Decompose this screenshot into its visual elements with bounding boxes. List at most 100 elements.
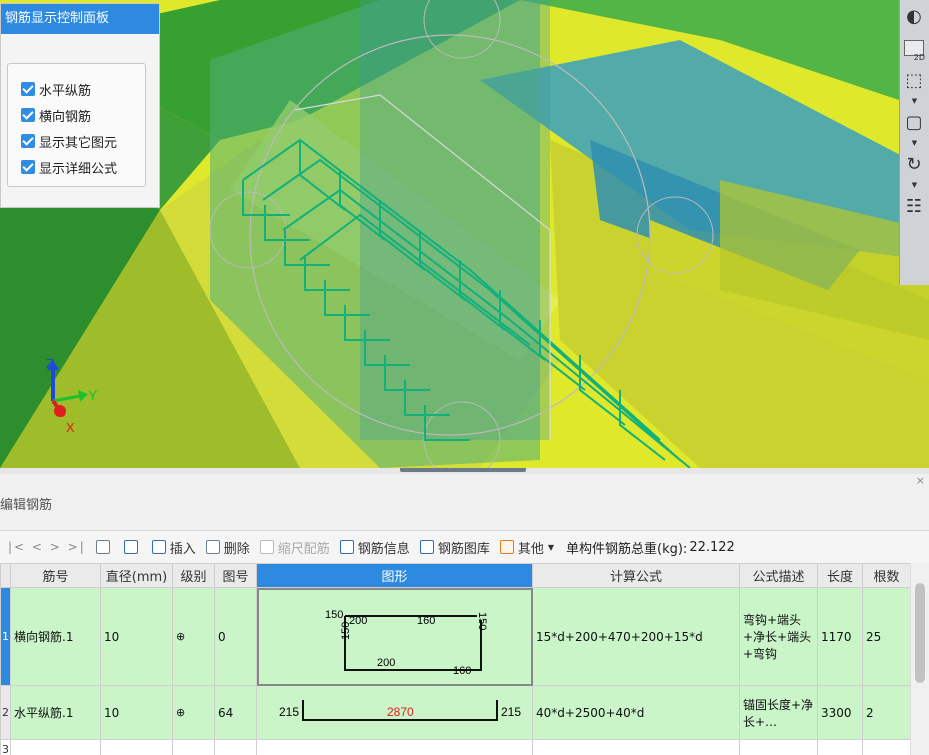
cell-description[interactable]: 弯钩+端头+净长+端头+弯钩 <box>739 587 818 686</box>
col-header-count[interactable]: 根数 <box>862 563 910 588</box>
cell-count[interactable]: 25 <box>862 587 910 686</box>
scale-rebar-button[interactable]: 缩尺配筋 <box>259 538 330 557</box>
row-number[interactable]: 2 <box>0 685 11 740</box>
cube-view-icon[interactable]: ⬚ <box>900 64 928 96</box>
col-header-description[interactable]: 公式描述 <box>739 563 818 588</box>
axis-z-label: Z <box>46 356 54 371</box>
cell-grade[interactable]: ⊕ <box>172 685 215 740</box>
orbit-icon[interactable]: ◐ <box>900 0 928 32</box>
move-down-button[interactable] <box>123 540 142 554</box>
checkbox-checked-icon[interactable] <box>21 160 35 174</box>
option-show-other-elements[interactable]: 显示其它图元 <box>8 128 145 154</box>
dim-label: 150 <box>340 622 352 640</box>
rebar-shape-drawing: 215 2870 215 <box>279 700 521 721</box>
close-icon[interactable]: × <box>916 474 925 487</box>
dim-label: 200 <box>377 657 395 669</box>
2d-view-icon[interactable]: 2D <box>900 32 928 64</box>
col-header-fig-no[interactable]: 图号 <box>214 563 257 588</box>
cell-length[interactable]: 3300 <box>817 685 863 740</box>
2d-label: 2D <box>913 53 925 62</box>
col-header-length[interactable]: 长度 <box>817 563 863 588</box>
checkbox-checked-icon[interactable] <box>21 108 35 122</box>
cell-diameter[interactable]: 10 <box>100 587 173 686</box>
scrollbar-thumb[interactable] <box>915 583 925 683</box>
cell-count[interactable]: 2 <box>862 685 910 740</box>
grid-list-icon[interactable]: ☷ <box>900 190 928 222</box>
cell-grade[interactable]: ⊕ <box>172 587 215 686</box>
rebar-library-icon <box>419 540 434 554</box>
rebar-table: 筋号 直径(mm) 级别 图号 图形 计算公式 公式描述 长度 根数 1 横向钢… <box>0 563 910 755</box>
edit-rebar-panel-header: 编辑钢筋 × <box>0 474 929 528</box>
cell-empty[interactable] <box>10 739 101 755</box>
cell-bar-no[interactable]: 水平纵筋.1 <box>10 685 101 740</box>
rebar-library-button[interactable]: 钢筋图库 <box>419 538 490 557</box>
other-icon <box>499 540 514 554</box>
move-down-icon <box>123 540 138 554</box>
chevron-down-icon[interactable]: ▼ <box>900 96 929 106</box>
cell-empty[interactable] <box>100 739 173 755</box>
delete-button[interactable]: 删除 <box>205 538 250 557</box>
rebar-info-button[interactable]: 钢筋信息 <box>339 538 410 557</box>
cell-description[interactable]: 锚固长度+净长+… <box>739 685 818 740</box>
rebar-info-label: 钢筋信息 <box>357 541 410 557</box>
table-row[interactable]: 1 横向钢筋.1 10 ⊕ 0 150 200 160 150 150 200 … <box>0 587 910 686</box>
col-header-rownum <box>0 563 11 588</box>
cell-fig-no[interactable]: 0 <box>214 587 257 686</box>
axis-x-label: X <box>66 420 75 435</box>
cell-formula[interactable]: 40*d+2500+40*d <box>532 685 740 740</box>
cell-bar-no[interactable]: 横向钢筋.1 <box>10 587 101 686</box>
checkbox-checked-icon[interactable] <box>21 134 35 148</box>
dim-label: 215 <box>279 705 299 719</box>
rebar-library-label: 钢筋图库 <box>437 541 490 557</box>
view-toolbar: ◐ 2D ⬚ ▼ ▢ ▼ ↻ ▼ ☷ <box>899 0 929 285</box>
col-header-grade[interactable]: 级别 <box>172 563 215 588</box>
chevron-down-icon[interactable]: ▼ <box>900 180 929 190</box>
option-show-detailed-formula[interactable]: 显示详细公式 <box>8 154 145 180</box>
col-header-diameter[interactable]: 直径(mm) <box>100 563 173 588</box>
option-transverse-rebar[interactable]: 横向钢筋 <box>8 102 145 128</box>
other-dropdown[interactable]: 其他 ▼ <box>499 538 554 557</box>
dim-label: 150 <box>476 612 488 630</box>
cell-empty[interactable] <box>256 739 533 755</box>
table-row-empty[interactable]: 3 <box>0 739 910 755</box>
insert-button[interactable]: 插入 <box>151 538 196 557</box>
cell-formula[interactable]: 15*d+200+470+200+15*d <box>532 587 740 686</box>
option-horizontal-longitudinal[interactable]: 水平纵筋 <box>8 76 145 102</box>
cell-length[interactable]: 1170 <box>817 587 863 686</box>
vertical-scrollbar[interactable] <box>910 563 929 755</box>
chevron-down-icon[interactable]: ▼ <box>900 138 929 148</box>
insert-icon <box>151 540 166 554</box>
option-label: 水平纵筋 <box>39 83 92 99</box>
cell-shape[interactable]: 150 200 160 150 150 200 160 <box>256 587 533 686</box>
col-header-shape[interactable]: 图形 <box>256 563 533 588</box>
insert-label: 插入 <box>169 541 196 557</box>
cube-outline-icon[interactable]: ▢ <box>900 106 928 138</box>
row-number[interactable]: 3 <box>0 739 11 755</box>
3d-viewport[interactable]: Z Y X 钢筋显示控制面板 水平纵筋 横向钢筋 显示其它图元 显示详细公式 ◐… <box>0 0 929 468</box>
move-up-button[interactable] <box>95 540 114 554</box>
cell-empty[interactable] <box>172 739 215 755</box>
cell-shape[interactable]: 215 2870 215 <box>256 685 533 740</box>
cell-empty[interactable] <box>214 739 257 755</box>
delete-label: 删除 <box>223 541 250 557</box>
other-label: 其他 <box>517 541 544 557</box>
option-label: 显示其它图元 <box>39 135 118 151</box>
col-header-bar-no[interactable]: 筋号 <box>10 563 101 588</box>
record-navigation[interactable]: |< < > >| <box>8 540 86 554</box>
cell-empty[interactable] <box>817 739 863 755</box>
rebar-shape-drawing: 150 200 160 150 150 200 160 <box>325 609 488 677</box>
table-row[interactable]: 2 水平纵筋.1 10 ⊕ 64 215 2870 215 40*d+2500+… <box>0 685 910 740</box>
edit-rebar-title: 编辑钢筋 <box>0 498 53 513</box>
cell-diameter[interactable]: 10 <box>100 685 173 740</box>
cell-empty[interactable] <box>739 739 818 755</box>
splitter-handle[interactable] <box>400 468 526 472</box>
rotate-icon[interactable]: ↻ <box>900 148 928 180</box>
axis-y-label: Y <box>88 387 98 403</box>
col-header-formula[interactable]: 计算公式 <box>532 563 740 588</box>
cell-empty[interactable] <box>862 739 910 755</box>
cell-empty[interactable] <box>532 739 740 755</box>
cell-fig-no[interactable]: 64 <box>214 685 257 740</box>
option-label: 显示详细公式 <box>39 161 118 177</box>
checkbox-checked-icon[interactable] <box>21 82 35 96</box>
row-number[interactable]: 1 <box>0 587 11 686</box>
